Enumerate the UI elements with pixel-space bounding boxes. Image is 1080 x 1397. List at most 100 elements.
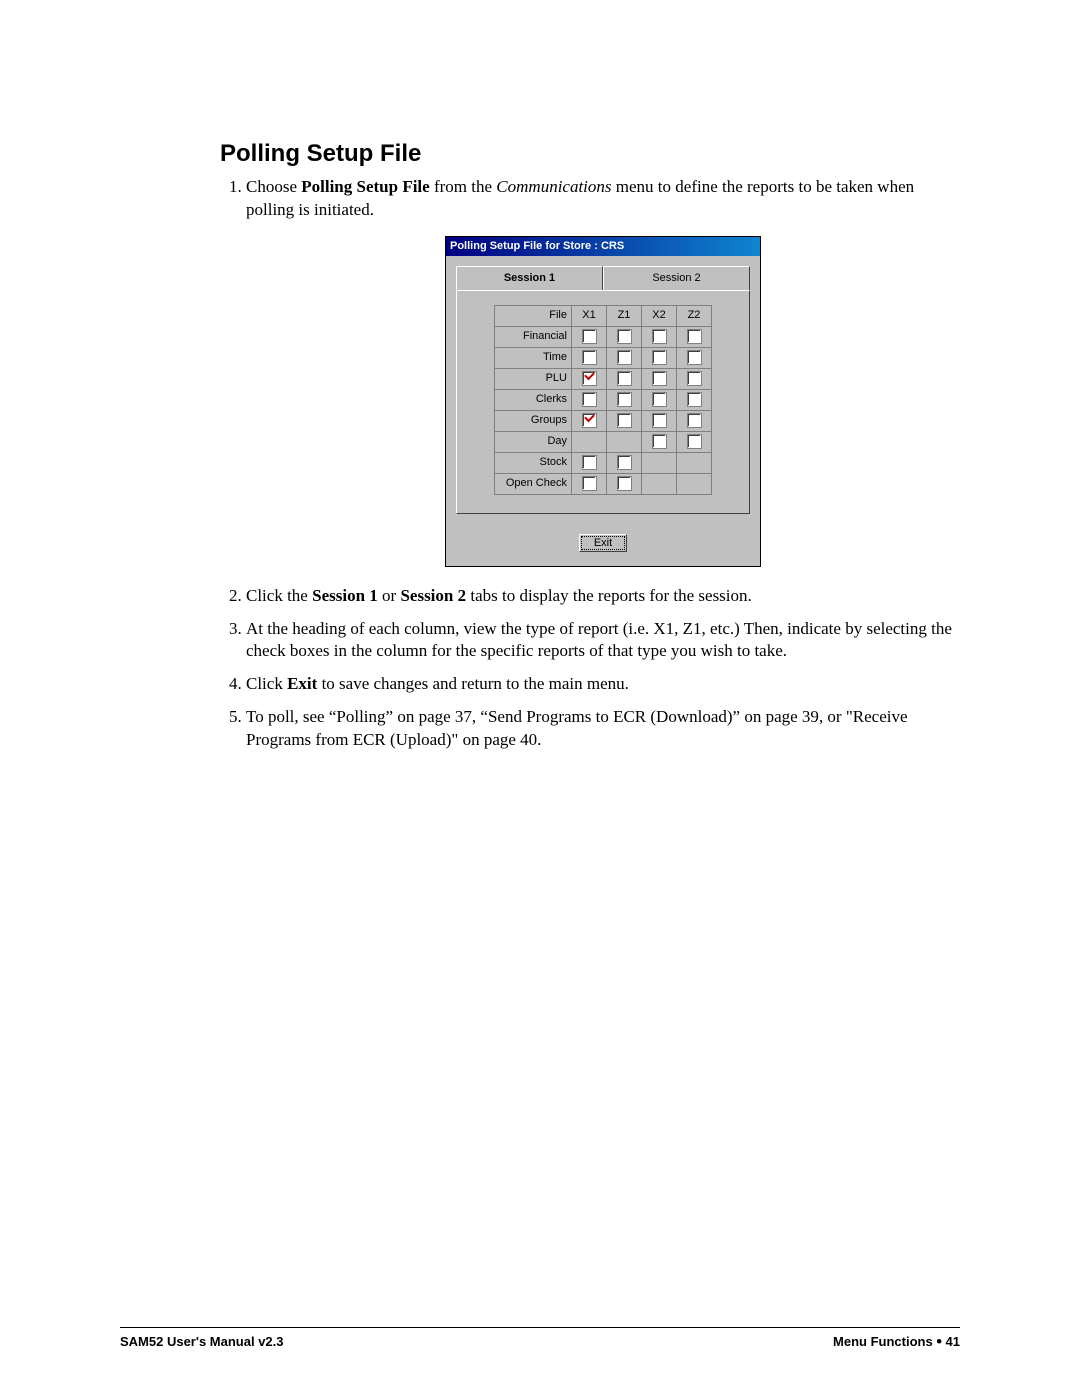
checkbox[interactable] xyxy=(652,413,667,428)
text: tabs to display the reports for the sess… xyxy=(466,586,752,605)
dialog-screenshot: Polling Setup File for Store : CRS Sessi… xyxy=(445,236,761,567)
row-label: Stock xyxy=(495,452,572,473)
grid-cell xyxy=(642,368,677,389)
tab-session-1[interactable]: Session 1 xyxy=(456,266,603,290)
checkbox[interactable] xyxy=(687,392,702,407)
text-bold: Session 2 xyxy=(400,586,466,605)
col-header-z2: Z2 xyxy=(677,305,712,326)
grid-cell xyxy=(677,368,712,389)
grid-cell xyxy=(677,431,712,452)
checkbox[interactable] xyxy=(582,350,597,365)
grid-cell xyxy=(572,452,607,473)
grid-cell xyxy=(642,431,677,452)
step-3: At the heading of each column, view the … xyxy=(246,618,960,664)
text: or xyxy=(378,586,401,605)
grid-cell xyxy=(677,389,712,410)
text-bold: Session 1 xyxy=(312,586,378,605)
checkbox[interactable] xyxy=(687,413,702,428)
table-row: PLU xyxy=(495,368,712,389)
checkbox[interactable] xyxy=(652,350,667,365)
checkbox[interactable] xyxy=(582,329,597,344)
table-row: Financial xyxy=(495,326,712,347)
grid-cell xyxy=(677,410,712,431)
footer-left: SAM52 User's Manual v2.3 xyxy=(120,1334,284,1349)
grid-cell xyxy=(642,452,677,473)
instruction-list: Choose Polling Setup File from the Commu… xyxy=(220,176,960,752)
checkbox[interactable] xyxy=(652,434,667,449)
grid-cell xyxy=(572,326,607,347)
text: Click xyxy=(246,674,287,693)
checkbox[interactable] xyxy=(652,329,667,344)
step-2: Click the Session 1 or Session 2 tabs to… xyxy=(246,585,960,608)
checkbox[interactable] xyxy=(617,455,632,470)
checkbox[interactable] xyxy=(687,434,702,449)
table-row: Stock xyxy=(495,452,712,473)
table-row: Time xyxy=(495,347,712,368)
grid-cell xyxy=(572,410,607,431)
checkbox[interactable] xyxy=(617,371,632,386)
grid-cell xyxy=(642,389,677,410)
text-bold: Exit xyxy=(287,674,317,693)
checkbox[interactable] xyxy=(687,371,702,386)
grid-cell xyxy=(677,326,712,347)
footer-section: Menu Functions xyxy=(833,1334,936,1349)
grid-cell xyxy=(607,431,642,452)
checkbox[interactable] xyxy=(617,350,632,365)
footer-page-number: 41 xyxy=(942,1334,960,1349)
tab-strip: Session 1 Session 2 xyxy=(456,266,750,290)
row-label: Groups xyxy=(495,410,572,431)
checkbox[interactable] xyxy=(617,476,632,491)
checkbox[interactable] xyxy=(652,392,667,407)
tab-session-2[interactable]: Session 2 xyxy=(603,266,750,290)
grid-cell xyxy=(572,473,607,494)
step-4: Click Exit to save changes and return to… xyxy=(246,673,960,696)
checkbox[interactable] xyxy=(687,329,702,344)
grid-cell xyxy=(607,368,642,389)
grid-cell xyxy=(642,347,677,368)
page-footer: SAM52 User's Manual v2.3 Menu Functions … xyxy=(120,1327,960,1349)
table-row: Groups xyxy=(495,410,712,431)
grid-cell xyxy=(642,473,677,494)
row-label: Open Check xyxy=(495,473,572,494)
step-1: Choose Polling Setup File from the Commu… xyxy=(246,176,960,567)
checkbox[interactable] xyxy=(617,392,632,407)
grid-cell xyxy=(607,326,642,347)
checkbox[interactable] xyxy=(652,371,667,386)
grid-cell xyxy=(677,473,712,494)
row-label: Clerks xyxy=(495,389,572,410)
grid-cell xyxy=(677,347,712,368)
row-label: Day xyxy=(495,431,572,452)
grid-cell xyxy=(607,473,642,494)
exit-button[interactable]: Exit xyxy=(579,534,627,552)
footer-right: Menu Functions • 41 xyxy=(833,1334,960,1349)
grid-cell xyxy=(607,410,642,431)
checkbox[interactable] xyxy=(582,413,597,428)
checkbox[interactable] xyxy=(582,392,597,407)
text: Choose xyxy=(246,177,301,196)
checkbox[interactable] xyxy=(617,329,632,344)
grid-cell xyxy=(677,452,712,473)
section-heading: Polling Setup File xyxy=(220,140,960,168)
checkbox[interactable] xyxy=(687,350,702,365)
checkbox[interactable] xyxy=(582,476,597,491)
col-header-x2: X2 xyxy=(642,305,677,326)
col-header-z1: Z1 xyxy=(607,305,642,326)
col-header-x1: X1 xyxy=(572,305,607,326)
grid-cell xyxy=(642,410,677,431)
dialog-titlebar: Polling Setup File for Store : CRS xyxy=(446,237,760,256)
grid-cell xyxy=(607,347,642,368)
grid-cell xyxy=(607,389,642,410)
row-label: PLU xyxy=(495,368,572,389)
checkbox[interactable] xyxy=(617,413,632,428)
table-row: Open Check xyxy=(495,473,712,494)
grid-cell xyxy=(607,452,642,473)
text-bold: Polling Setup File xyxy=(301,177,429,196)
grid-cell xyxy=(572,431,607,452)
grid-cell xyxy=(572,368,607,389)
checkbox[interactable] xyxy=(582,455,597,470)
checkbox[interactable] xyxy=(582,371,597,386)
table-row: Clerks xyxy=(495,389,712,410)
text: to save changes and return to the main m… xyxy=(317,674,629,693)
text: from the xyxy=(430,177,497,196)
text-italic: Communications xyxy=(496,177,611,196)
